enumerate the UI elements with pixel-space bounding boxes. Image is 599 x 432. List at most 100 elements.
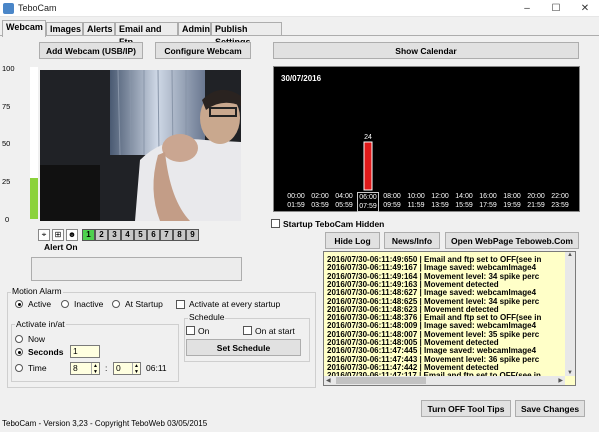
startup-hidden-label: Startup TeboCam Hidden <box>283 219 385 229</box>
webcam-image <box>40 70 241 221</box>
calendar-hour-slot[interactable]: 04:00 05:59 <box>333 192 355 210</box>
log-horizontal-scrollbar[interactable]: ◀ ▶ <box>324 376 565 385</box>
tab-publish-settings[interactable]: Publish Settings <box>211 22 282 47</box>
schedule-on-at-start-checkbox[interactable] <box>243 326 252 335</box>
calendar-hour-slot[interactable]: 10:00 11:59 <box>405 192 427 210</box>
alert-cell-3[interactable]: 3 <box>108 229 121 241</box>
zoom-icon[interactable]: ⊞ <box>52 229 64 241</box>
tab-bar: Webcam Images Alerts Email and Ftp Admin… <box>0 20 599 47</box>
maximize-button[interactable]: ☐ <box>543 1 569 16</box>
calendar-hour-slot[interactable]: 20:00 21:59 <box>525 192 547 210</box>
version-text: TeboCam - Version 3,23 - Copyright TeboW… <box>2 419 208 428</box>
at-startup-radio[interactable] <box>112 300 120 308</box>
hour-input[interactable]: 8 ▲ ▼ <box>70 362 100 375</box>
now-radio[interactable] <box>15 335 23 343</box>
calendar-hour-slot[interactable]: 00:00 01:59 <box>285 192 307 210</box>
crosshair-icon[interactable]: ⌖ <box>38 229 50 241</box>
alert-cell-6[interactable]: 6 <box>147 229 160 241</box>
calendar-hour-end: 15:59 <box>455 202 473 209</box>
minimize-button[interactable]: – <box>514 1 540 16</box>
tab-alerts[interactable]: Alerts <box>83 22 115 36</box>
turn-off-tooltips-button[interactable]: Turn OFF Tool Tips <box>421 400 511 417</box>
alert-cell-1[interactable]: 1 <box>82 229 95 241</box>
motion-level-fill <box>30 177 38 219</box>
calendar-hour-slot[interactable]: 16:00 17:59 <box>477 192 499 210</box>
set-schedule-button[interactable]: Set Schedule <box>186 339 301 356</box>
news-info-button[interactable]: News/Info <box>384 232 440 249</box>
show-calendar-button[interactable]: Show Calendar <box>273 42 579 59</box>
add-webcam-button[interactable]: Add Webcam (USB/IP) <box>39 42 143 59</box>
event-log[interactable]: 2016/07/30-06:11:49:650 | Email and ftp … <box>323 251 576 386</box>
webcam-preview <box>40 70 241 221</box>
log-vertical-scrollbar[interactable]: ▲ ▼ <box>565 252 575 376</box>
minute-spinner[interactable]: ▲ ▼ <box>132 363 140 375</box>
schedule-on-at-start-label: On at start <box>255 326 295 336</box>
seconds-radio[interactable] <box>15 348 23 356</box>
scroll-left-icon[interactable]: ◀ <box>326 377 331 384</box>
calendar-hour-start: 18:00 <box>503 193 521 200</box>
active-radio[interactable] <box>15 300 23 308</box>
tab-images[interactable]: Images <box>46 22 83 36</box>
scroll-down-icon[interactable]: ▼ <box>567 370 573 376</box>
calendar-hour-end: 07:59 <box>359 203 377 210</box>
calendar-hour-end: 01:59 <box>287 202 305 209</box>
calendar-hour-start: 16:00 <box>479 193 497 200</box>
schedule-title: Schedule <box>188 312 226 322</box>
calendar-hour-slot[interactable]: 14:00 15:59 <box>453 192 475 210</box>
calendar-hour-slot[interactable]: 02:00 03:59 <box>309 192 331 210</box>
alert-status-box <box>31 257 242 281</box>
time-radio[interactable] <box>15 364 23 372</box>
calendar-hour-start: 22:00 <box>551 193 569 200</box>
open-webpage-button[interactable]: Open WebPage Teboweb.Com <box>445 232 579 249</box>
alert-cell-4[interactable]: 4 <box>121 229 134 241</box>
calendar-hour-slot[interactable]: 18:00 19:59 <box>501 192 523 210</box>
alert-cell-7[interactable]: 7 <box>160 229 173 241</box>
hour-spinner[interactable]: ▲ ▼ <box>91 363 99 375</box>
now-label: Now <box>28 334 46 344</box>
person-icon[interactable]: ☻ <box>66 229 78 241</box>
calendar-hour-slot[interactable]: 22:00 23:59 <box>549 192 571 210</box>
log-scroll-thumb[interactable] <box>336 377 426 384</box>
save-changes-button[interactable]: Save Changes <box>515 400 585 417</box>
alert-cell-8[interactable]: 8 <box>173 229 186 241</box>
calendar-hour-start: 08:00 <box>383 193 401 200</box>
calendar-hour-end: 03:59 <box>311 202 329 209</box>
calendar-hour-end: 05:59 <box>335 202 353 209</box>
calendar-hour-slot[interactable]: 12:00 13:59 <box>429 192 451 210</box>
schedule-on-checkbox[interactable] <box>186 326 195 335</box>
close-button[interactable]: ✕ <box>572 1 598 16</box>
meter-label-100: 100 <box>2 64 15 73</box>
calendar-hour-end: 21:59 <box>527 202 545 209</box>
tab-webcam[interactable]: Webcam <box>2 20 46 37</box>
scroll-up-icon[interactable]: ▲ <box>567 252 573 258</box>
calendar-bar <box>363 141 373 191</box>
seconds-input[interactable]: 1 <box>70 345 100 358</box>
activate-every-startup-checkbox[interactable] <box>176 300 185 309</box>
configure-webcam-button[interactable]: Configure Webcam <box>155 42 251 59</box>
alert-cell-2[interactable]: 2 <box>95 229 108 241</box>
time-label: Time <box>28 363 47 373</box>
hide-log-button[interactable]: Hide Log <box>325 232 380 249</box>
calendar-hour-slot[interactable]: 06:00 07:59 <box>357 192 379 212</box>
calendar-hour-end: 17:59 <box>479 202 497 209</box>
scroll-right-icon[interactable]: ▶ <box>558 377 563 384</box>
tab-admin[interactable]: Admin <box>178 22 211 36</box>
alert-cell-5[interactable]: 5 <box>134 229 147 241</box>
meter-label-25: 25 <box>2 177 11 186</box>
calendar-hour-start: 12:00 <box>431 193 449 200</box>
calendar-hour-slot[interactable]: 08:00 09:59 <box>381 192 403 210</box>
alert-cell-9[interactable]: 9 <box>186 229 199 241</box>
minute-input[interactable]: 0 ▲ ▼ <box>113 362 141 375</box>
schedule-on-label: On <box>198 326 210 336</box>
calendar-hour-start: 20:00 <box>527 193 545 200</box>
calendar-hour-end: 13:59 <box>431 202 449 209</box>
inactive-radio[interactable] <box>61 300 69 308</box>
calendar-hour-start: 10:00 <box>407 193 425 200</box>
alert-on-label: Alert On <box>44 242 78 252</box>
time-display: 06:11 <box>146 363 167 373</box>
meter-label-50: 50 <box>2 139 11 148</box>
tab-email-ftp[interactable]: Email and Ftp <box>115 22 178 47</box>
meter-label-75: 75 <box>2 102 11 111</box>
calendar-chart: 24 <box>363 134 373 191</box>
startup-hidden-checkbox[interactable] <box>271 219 280 228</box>
